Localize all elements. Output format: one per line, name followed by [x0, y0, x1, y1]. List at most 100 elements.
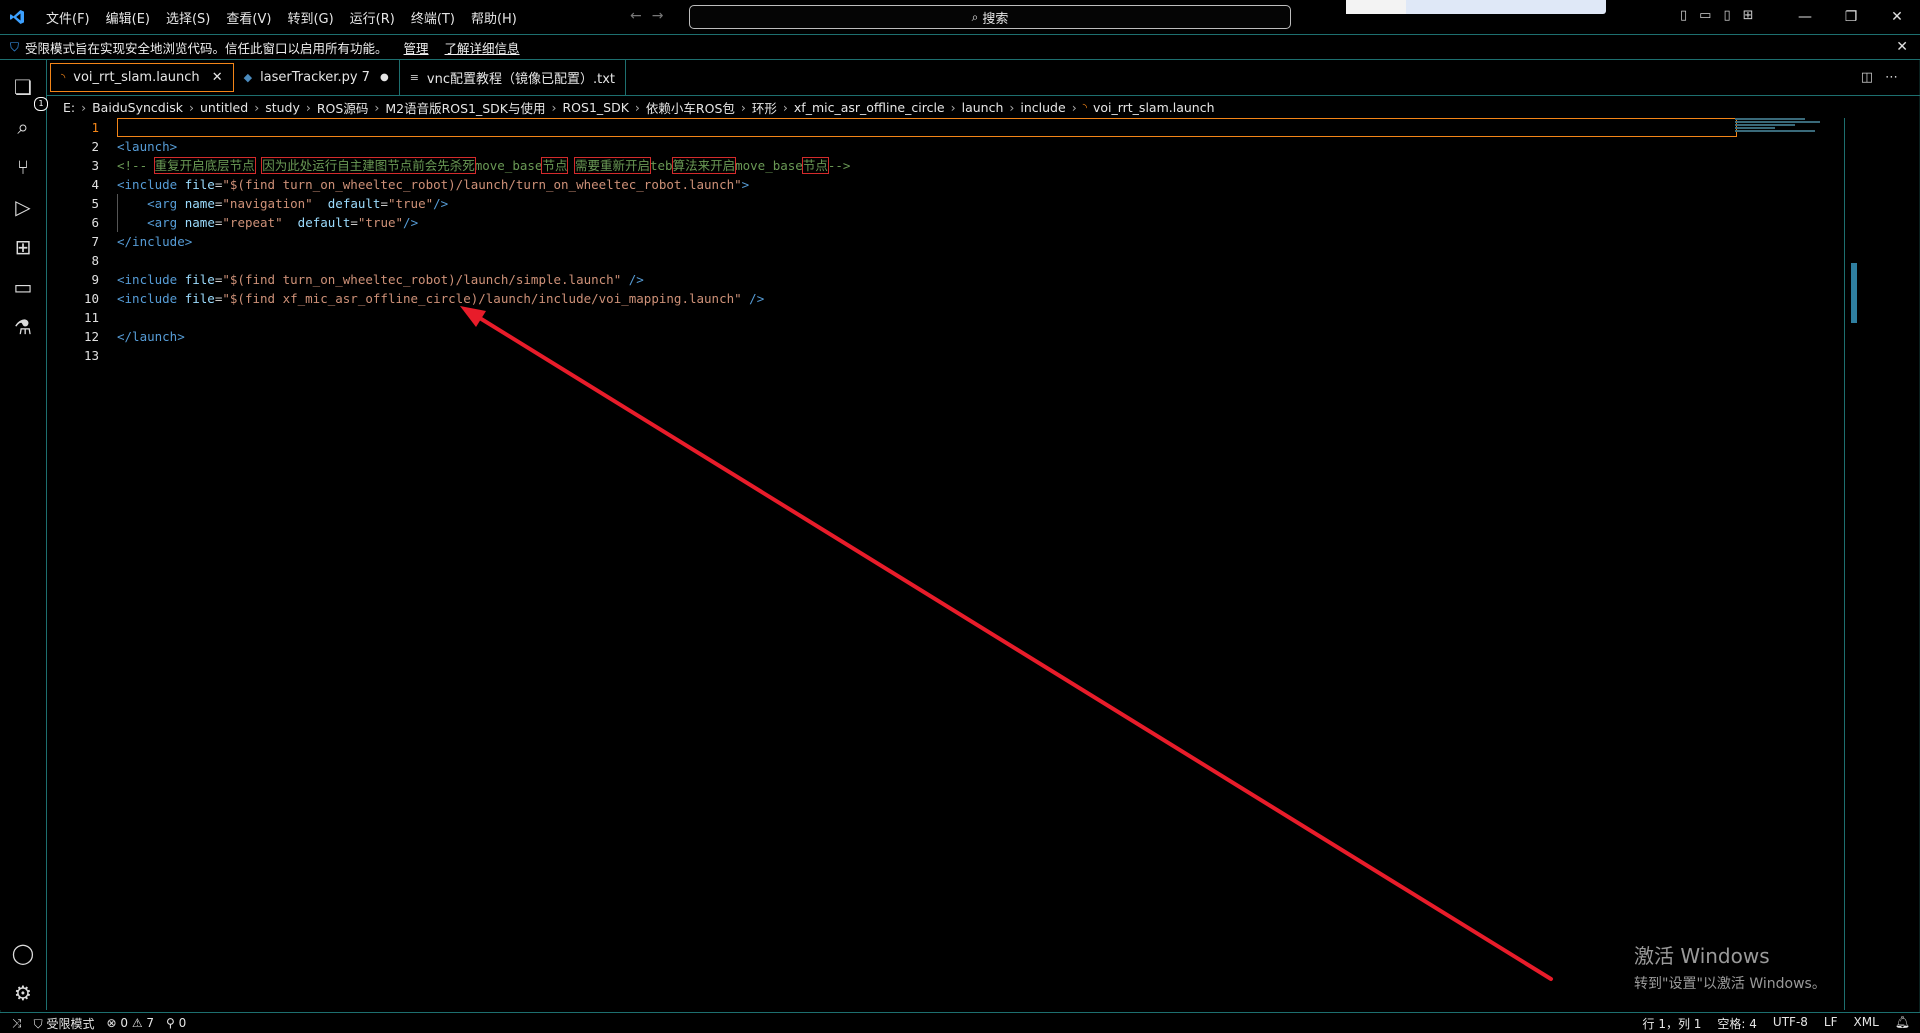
nav-arrows: ←→ [630, 8, 673, 24]
breadcrumb-item[interactable]: BaiduSyncdisk [92, 100, 183, 115]
command-center-search[interactable]: ⌕ 搜索 [689, 5, 1291, 29]
tab-laser-tracker[interactable]: ◆ laserTracker.py 7 ● [234, 60, 400, 95]
breadcrumb-item[interactable]: study [265, 100, 300, 115]
breadcrumb-item[interactable]: 依赖小车ROS包 [646, 98, 735, 117]
xml-tag: <include [117, 177, 185, 192]
activity-bar: ❏ 1 ⌕ ⑂ ▷ ⊞ ▭ ⚗ ◯ ⚙ [0, 60, 48, 1010]
tab-vnc-config[interactable]: ≡ vnc配置教程（镜像已配置）.txt [400, 60, 627, 95]
code-content[interactable]: <launch> <!-- 重复开启底层节点 因为此处运行自主建图节点前会先杀死… [117, 118, 1857, 365]
code-line-8[interactable] [117, 251, 1857, 270]
modified-dot-icon[interactable]: ● [380, 72, 389, 83]
remote-explorer-icon[interactable]: ▭ [8, 272, 38, 302]
xml-value: "true" [357, 215, 404, 230]
code-line-9[interactable]: <include file="$(find turn_on_wheeltec_r… [117, 270, 1857, 289]
restore-icon[interactable]: ❐ [1828, 9, 1874, 25]
xml-tag: <include [117, 272, 185, 287]
xml-tag: /> [741, 291, 765, 306]
minimap[interactable] [1735, 118, 1825, 146]
code-line-7[interactable]: </include> [117, 232, 1857, 251]
error-icon: ⊗ [106, 1016, 117, 1030]
notifications-bell-icon[interactable]: 🔔︎ [1895, 1015, 1910, 1032]
comment-text: 需要重新开启 [573, 157, 652, 174]
back-arrow-icon[interactable]: ← [630, 8, 652, 24]
code-editor[interactable]: 1 2 3 4 5 6 7 8 9 10 11 12 13 <launch> <… [47, 118, 1857, 1010]
line-number: 3 [91, 158, 99, 173]
menu-edit[interactable]: 编辑(E) [98, 8, 158, 27]
error-count: 0 [120, 1016, 128, 1030]
line-number: 9 [91, 272, 99, 287]
code-line-2[interactable]: <launch> [117, 137, 1857, 156]
cursor-position[interactable]: 行 1，列 1 [1643, 1015, 1702, 1032]
breadcrumb-item[interactable]: 环形 [752, 98, 777, 117]
comment-text: 因为此处运行自主建图节点前会先杀死 [261, 157, 476, 174]
menu-view[interactable]: 查看(V) [218, 8, 279, 27]
ports-status[interactable]: ⚲ 0 [166, 1016, 186, 1030]
breadcrumb-item[interactable]: xf_mic_asr_offline_circle [794, 100, 945, 115]
line-number: 8 [91, 253, 99, 268]
toggle-primary-sidebar-icon[interactable]: ▯ [1680, 8, 1687, 23]
indentation[interactable]: 空格: 4 [1717, 1015, 1757, 1032]
code-line-3[interactable]: <!-- 重复开启底层节点 因为此处运行自主建图节点前会先杀死move_base… [117, 156, 1857, 175]
menu-selection[interactable]: 选择(S) [158, 8, 218, 27]
code-line-10[interactable]: <include file="$(find xf_mic_asr_offline… [117, 289, 1857, 308]
forward-arrow-icon[interactable]: → [652, 8, 674, 24]
banner-manage-link[interactable]: 管理 [404, 38, 429, 57]
breadcrumb-item[interactable]: untitled [200, 100, 248, 115]
breadcrumb-item[interactable]: E: [63, 100, 75, 115]
minimize-icon[interactable]: — [1782, 9, 1828, 25]
breadcrumb-item[interactable]: launch [962, 100, 1004, 115]
source-control-icon[interactable]: ⑂ [8, 152, 38, 182]
search-label: 搜索 [982, 11, 1009, 27]
extensions-icon[interactable]: ⊞ [8, 232, 38, 262]
menu-help[interactable]: 帮助(H) [463, 8, 525, 27]
rss-file-icon: ◝ [61, 71, 66, 84]
code-line-6[interactable]: <arg name="repeat" default="true"/> [117, 213, 1857, 232]
breadcrumb-item[interactable]: ROS1_SDK [563, 100, 629, 115]
xml-attr: name [184, 196, 215, 211]
close-window-icon[interactable]: ✕ [1874, 9, 1920, 25]
menu-run[interactable]: 运行(R) [342, 8, 403, 27]
remote-indicator-icon[interactable]: ⤨ [12, 1016, 22, 1031]
restricted-mode-status[interactable]: ⛉ 受限模式 [34, 1015, 95, 1032]
toggle-panel-icon[interactable]: ▭ [1699, 8, 1711, 23]
breadcrumb-item[interactable]: voi_rrt_slam.launch [1093, 100, 1215, 115]
antenna-icon: ⚲ [166, 1016, 175, 1030]
menu-terminal[interactable]: 终端(T) [403, 8, 463, 27]
code-line-5[interactable]: <arg name="navigation" default="true"/> [117, 194, 1857, 213]
run-debug-icon[interactable]: ▷ [8, 192, 38, 222]
problems-status[interactable]: ⊗ 0 ⚠ 7 [106, 1016, 154, 1030]
explorer-icon[interactable]: ❏ 1 [8, 72, 48, 111]
scrollbar-thumb[interactable] [1851, 263, 1857, 323]
split-editor-icon[interactable]: ◫ [1861, 70, 1885, 85]
settings-gear-icon[interactable]: ⚙ [8, 978, 38, 1008]
menu-file[interactable]: 文件(F) [38, 8, 98, 27]
tab-voi-rrt-slam[interactable]: ◝ voi_rrt_slam.launch ✕ [50, 63, 234, 92]
encoding[interactable]: UTF-8 [1773, 1015, 1808, 1032]
close-icon[interactable]: ✕ [1896, 39, 1908, 55]
comment-text: 重复开启底层节点 [153, 157, 256, 174]
code-line-12[interactable]: </launch> [117, 327, 1857, 346]
xml-tag: <include [117, 291, 185, 306]
more-actions-icon[interactable]: ⋯ [1885, 70, 1910, 85]
code-line-4[interactable]: <include file="$(find turn_on_wheeltec_r… [117, 175, 1857, 194]
vertical-scrollbar[interactable] [1844, 118, 1857, 1010]
toggle-secondary-sidebar-icon[interactable]: ▯ [1723, 8, 1730, 23]
search-icon[interactable]: ⌕ [8, 112, 38, 142]
end-of-line[interactable]: LF [1824, 1015, 1838, 1032]
xml-tag: > [741, 177, 750, 192]
close-icon[interactable]: ✕ [212, 70, 223, 85]
breadcrumb-item[interactable]: M2语音版ROS1_SDK与使用 [385, 98, 545, 117]
language-mode[interactable]: XML [1854, 1015, 1879, 1032]
customize-layout-icon[interactable]: ⊞ [1743, 8, 1754, 23]
breadcrumb-item[interactable]: ROS源码 [317, 98, 368, 117]
shield-icon: ⛉ [10, 39, 20, 54]
breadcrumb-item[interactable]: include [1020, 100, 1065, 115]
activate-windows-watermark: 激活 Windows 转到"设置"以激活 Windows。 [1634, 940, 1826, 993]
code-line-13[interactable] [117, 346, 1857, 365]
code-line-1[interactable] [117, 118, 1737, 137]
banner-learn-more-link[interactable]: 了解详细信息 [445, 38, 520, 57]
code-line-11[interactable] [117, 308, 1857, 327]
menu-go[interactable]: 转到(G) [279, 8, 341, 27]
accounts-icon[interactable]: ◯ [8, 938, 38, 968]
testing-flask-icon[interactable]: ⚗ [8, 312, 38, 342]
